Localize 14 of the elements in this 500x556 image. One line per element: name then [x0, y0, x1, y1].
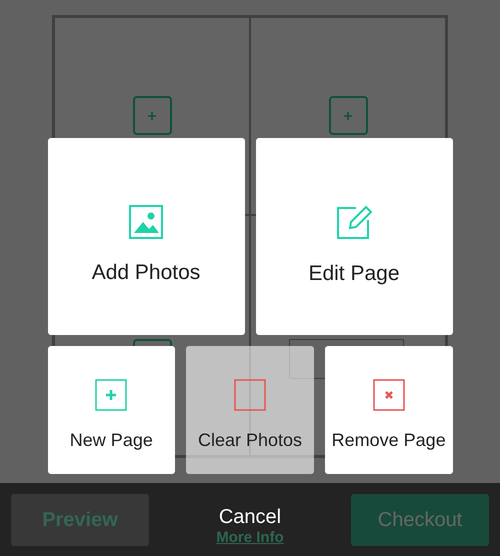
plus-icon: [95, 378, 128, 410]
add-photo-slot[interactable]: [132, 96, 172, 135]
plus-icon: [343, 110, 353, 120]
menu-action-card[interactable]: New Page: [48, 346, 176, 474]
menu-action-card[interactable]: Edit Page: [256, 138, 452, 335]
close-icon: [372, 378, 405, 410]
image-icon: [129, 204, 163, 239]
plus-icon: [147, 110, 157, 120]
cancel-button[interactable]: Cancel: [218, 505, 282, 529]
square-icon: [234, 378, 266, 410]
pencil-square-icon: [336, 204, 372, 240]
menu-action-card[interactable]: Remove Page: [324, 346, 453, 474]
menu-action-card[interactable]: Add Photos: [48, 138, 244, 335]
add-photo-slot[interactable]: [328, 96, 368, 135]
